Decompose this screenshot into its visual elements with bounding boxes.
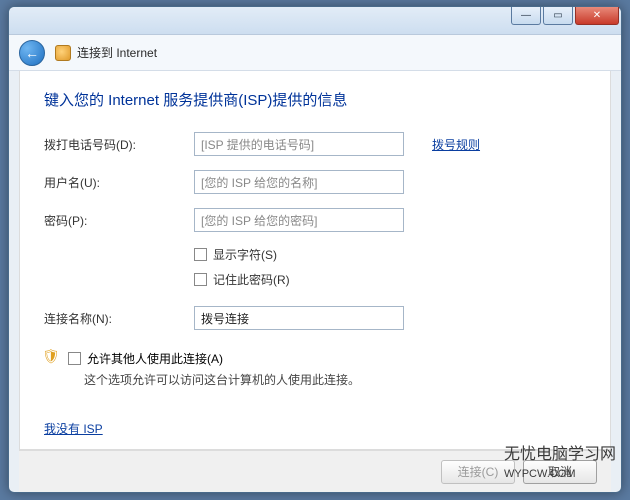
back-button[interactable]: ← — [19, 40, 45, 66]
phone-row: 拨打电话号码(D): [ISP 提供的电话号码] 拨号规则 — [44, 132, 586, 156]
allow-others-row: 允许其他人使用此连接(A) — [44, 350, 586, 367]
show-chars-row: 显示字符(S) — [194, 246, 586, 263]
maximize-icon: ▭ — [553, 10, 562, 21]
remember-checkbox[interactable] — [194, 273, 207, 286]
no-isp-link[interactable]: 我没有 ISP — [44, 420, 103, 437]
titlebar: — ▭ ✕ — [9, 7, 621, 35]
close-button[interactable]: ✕ — [575, 7, 619, 25]
remember-row: 记住此密码(R) — [194, 271, 586, 288]
navbar: ← 连接到 Internet — [9, 35, 621, 71]
allow-others-checkbox[interactable] — [68, 352, 81, 365]
phone-label: 拨打电话号码(D): — [44, 136, 194, 153]
nav-title: 连接到 Internet — [77, 44, 157, 61]
allow-others-label: 允许其他人使用此连接(A) — [87, 350, 223, 367]
back-arrow-icon: ← — [25, 45, 39, 61]
conn-name-label: 连接名称(N): — [44, 310, 194, 327]
minimize-icon: — — [521, 10, 531, 21]
minimize-button[interactable]: — — [511, 7, 541, 25]
allow-others-desc: 这个选项允许可以访问这台计算机的人使用此连接。 — [84, 371, 586, 388]
page-heading: 键入您的 Internet 服务提供商(ISP)提供的信息 — [44, 89, 586, 110]
remember-label: 记住此密码(R) — [213, 271, 290, 288]
shield-icon — [44, 351, 60, 367]
show-chars-checkbox[interactable] — [194, 248, 207, 261]
password-input[interactable]: [您的 ISP 给您的密码] — [194, 208, 404, 232]
user-label: 用户名(U): — [44, 174, 194, 191]
password-label: 密码(P): — [44, 212, 194, 229]
wizard-window: — ▭ ✕ ← 连接到 Internet 键入您的 Internet 服务提供商… — [8, 6, 622, 493]
dial-rules-link[interactable]: 拨号规则 — [432, 136, 480, 153]
phone-input[interactable]: [ISP 提供的电话号码] — [194, 132, 404, 156]
user-row: 用户名(U): [您的 ISP 给您的名称] — [44, 170, 586, 194]
conn-name-row: 连接名称(N): 拨号连接 — [44, 306, 586, 330]
maximize-button[interactable]: ▭ — [543, 7, 573, 25]
network-icon — [55, 45, 71, 61]
user-input[interactable]: [您的 ISP 给您的名称] — [194, 170, 404, 194]
show-chars-label: 显示字符(S) — [213, 246, 277, 263]
conn-name-input[interactable]: 拨号连接 — [194, 306, 404, 330]
footer: 连接(C) 取消 — [19, 450, 611, 492]
connect-button[interactable]: 连接(C) — [441, 460, 515, 484]
close-icon: ✕ — [593, 10, 601, 21]
password-row: 密码(P): [您的 ISP 给您的密码] — [44, 208, 586, 232]
cancel-button[interactable]: 取消 — [523, 460, 597, 484]
content-area: 键入您的 Internet 服务提供商(ISP)提供的信息 拨打电话号码(D):… — [19, 71, 611, 450]
